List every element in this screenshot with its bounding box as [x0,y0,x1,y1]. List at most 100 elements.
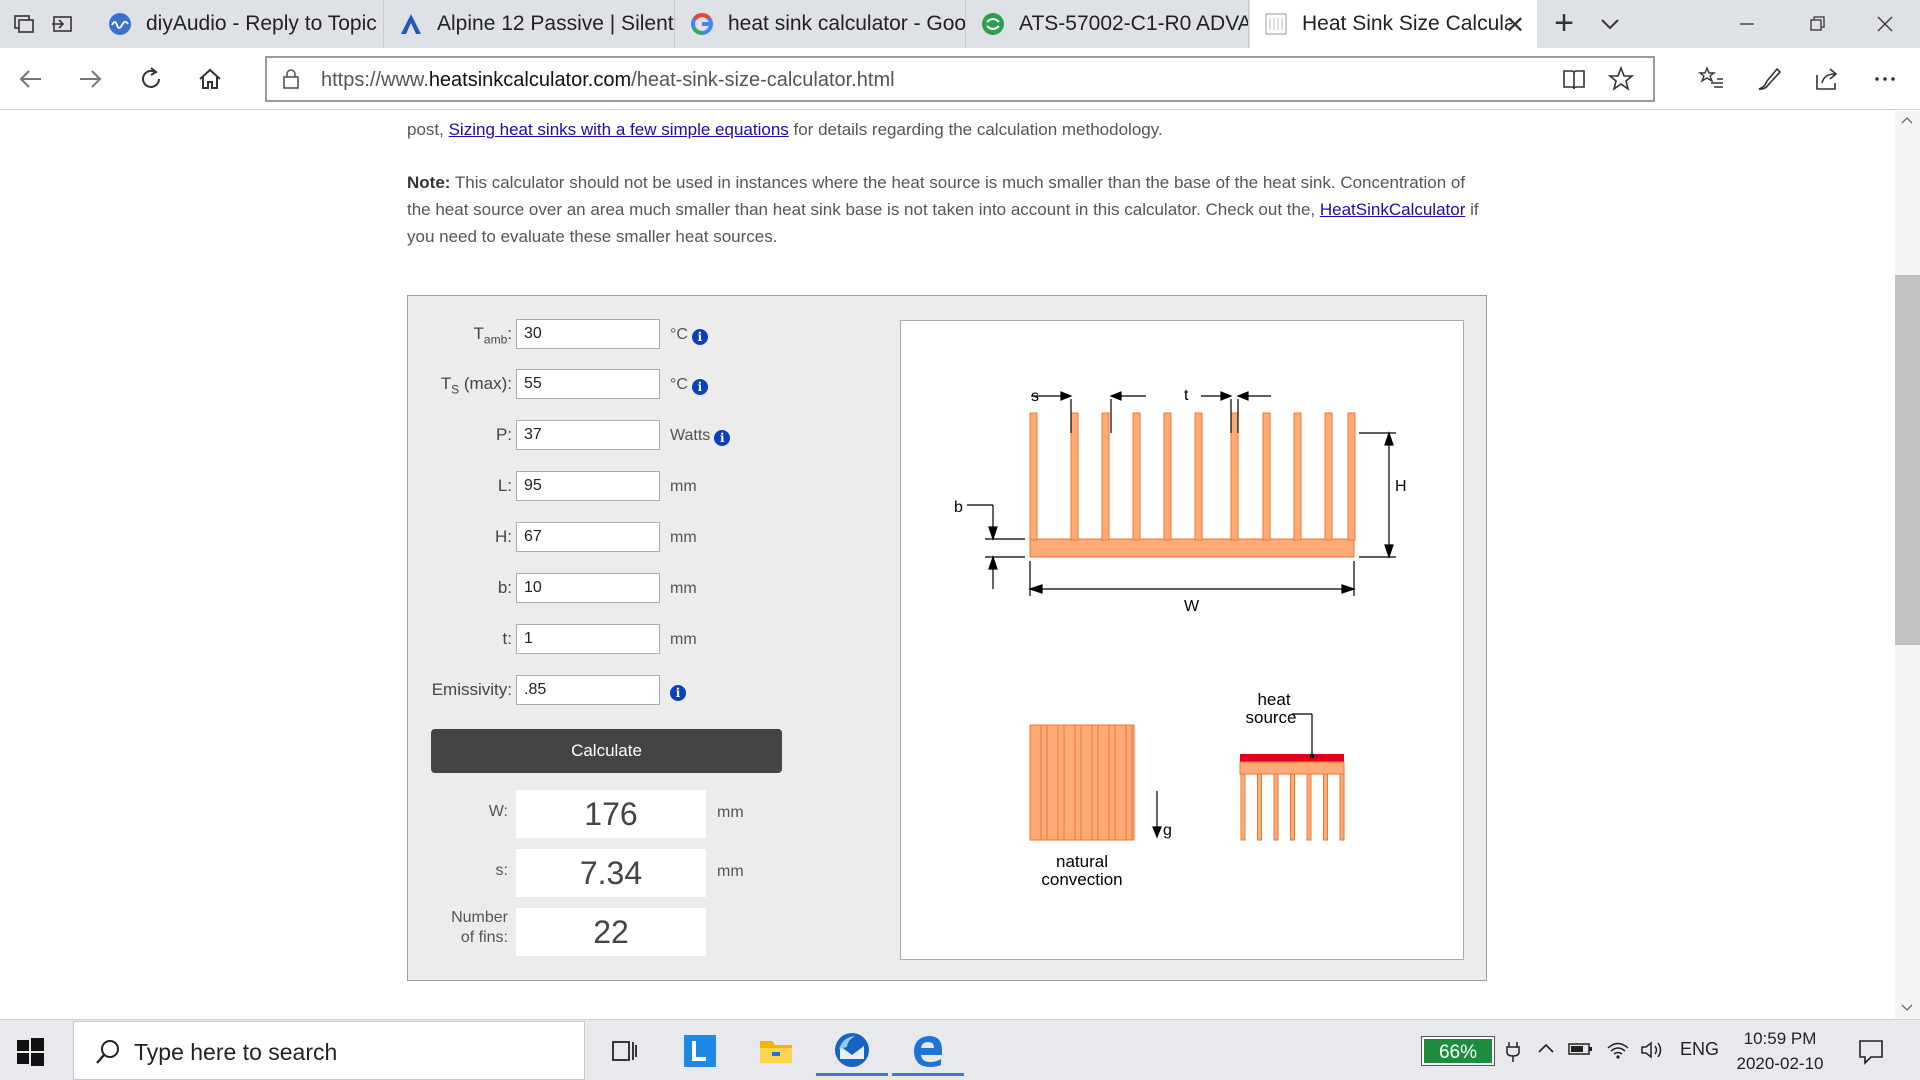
tab-title: diyAudio - Reply to Topic [146,12,377,35]
fin [1324,412,1333,541]
tab-alpine[interactable]: Alpine 12 Passive | Silent C [385,0,675,48]
length-input[interactable] [516,471,660,501]
t-dimension-label: t [1184,387,1189,404]
fin-thickness-input[interactable] [516,624,660,654]
tab-heat-sink-size-calculator[interactable]: Heat Sink Size Calculat ✕ [1250,0,1537,48]
tab-diyaudio[interactable]: diyAudio - Reply to Topic [94,0,384,48]
url-text[interactable]: https://www.heatsinkcalculator.com/heat-… [321,69,895,92]
refresh-button[interactable] [134,62,168,96]
wifi-icon[interactable] [1606,1040,1630,1065]
spacing-output: 7.34 [516,849,706,897]
plug-icon[interactable] [1505,1040,1521,1067]
power-input[interactable] [516,420,660,450]
height-input[interactable] [516,522,660,552]
forward-button[interactable] [73,62,107,96]
back-button[interactable] [14,62,48,96]
heatsinkcalculator-link[interactable]: HeatSinkCalculator [1320,200,1466,219]
sizing-heat-sinks-link[interactable]: Sizing heat sinks with a few simple equa… [449,120,789,139]
tab-google[interactable]: heat sink calculator - Goo [676,0,966,48]
input-language-indicator[interactable]: ENG [1680,1039,1719,1060]
chevron-down-icon[interactable] [1596,10,1624,38]
taskbar-search-box[interactable]: Type here to search [73,1021,585,1080]
info-icon[interactable]: i [670,685,686,701]
minimize-button[interactable] [1712,0,1782,48]
reading-view-icon[interactable] [1561,67,1587,98]
height-unit: mm [670,529,697,546]
info-icon[interactable]: i [714,430,731,446]
height-label: H: [495,527,512,546]
small-fin [1306,773,1312,841]
task-view-icon[interactable] [588,1026,660,1076]
close-tab-icon[interactable]: ✕ [1505,11,1525,40]
clock-time: 10:59 PM [1743,1029,1817,1048]
heat-source-view [1239,754,1345,841]
convection-label: convection [1041,870,1122,889]
pen-icon[interactable] [1752,62,1786,96]
length-label: L: [497,476,512,495]
tab-title: Alpine 12 Passive | Silent C [437,12,675,35]
thunderbird-icon[interactable] [816,1026,888,1076]
t-s-max-label: TS (max): [440,374,512,397]
height-row: H: [408,522,512,552]
more-options-icon[interactable] [1868,62,1902,96]
battery-icon[interactable] [1568,1040,1594,1063]
share-icon[interactable] [1810,62,1844,96]
t-s-max-input[interactable] [516,369,660,399]
screen: diyAudio - Reply to Topic Alpine 12 Pass… [0,0,1920,1080]
tab-title: ATS-57002-C1-R0 ADVAN( [1019,12,1249,35]
lenovo-vantage-icon[interactable] [664,1026,736,1076]
side-fin [1125,724,1133,841]
intro-paragraph: post, Sizing heat sinks with a few simpl… [407,120,1163,139]
ats-icon [981,12,1005,36]
fin [1347,412,1356,541]
calculate-button[interactable]: Calculate [431,729,782,773]
scroll-down-icon[interactable] [1901,1001,1913,1013]
heat-sink-diagram: s t H b W g natural convection heat sour… [900,320,1464,960]
base-thickness-input[interactable] [516,573,660,603]
power-unit: Watts i [670,427,731,446]
vertical-scrollbar[interactable] [1895,111,1920,1019]
tab-ats[interactable]: ATS-57002-C1-R0 ADVAN( [967,0,1249,48]
small-fin [1290,773,1295,841]
new-tab-button[interactable]: + [1546,6,1582,42]
search-icon [94,1038,122,1071]
fin [1070,412,1079,541]
action-center-icon[interactable] [1856,1036,1886,1066]
fin [1293,412,1302,541]
note-paragraph: Note: This calculator should not be used… [407,173,1479,246]
favorite-star-icon[interactable] [1607,65,1635,98]
set-aside-tabs-icon[interactable] [50,12,74,36]
clock[interactable]: 10:59 PM 2020-02-10 [1730,1026,1830,1076]
info-icon[interactable]: i [691,379,708,395]
natural-label: natural [1056,852,1108,871]
lock-icon[interactable] [281,68,301,95]
close-window-button[interactable] [1850,0,1920,48]
edge-browser-icon[interactable] [892,1026,964,1076]
windows-start-icon[interactable] [14,1036,46,1068]
t-amb-row: Tamb: [408,319,512,349]
fin-thickness-unit: mm [670,631,697,648]
t-amb-input[interactable] [516,319,660,349]
fin [1132,412,1141,541]
battery-indicator[interactable]: 66% [1421,1036,1495,1066]
small-fin [1323,773,1328,841]
scroll-up-icon[interactable] [1901,115,1913,127]
tab-actions-icon[interactable] [12,12,36,36]
base-thickness-row: b: [408,573,512,603]
info-icon[interactable]: i [691,329,708,345]
side-fin [1057,724,1065,841]
address-bar[interactable]: https://www.heatsinkcalculator.com/heat-… [265,56,1655,102]
file-explorer-icon[interactable] [740,1026,812,1076]
favorites-icon[interactable] [1694,62,1728,96]
diyaudio-icon [108,12,132,36]
volume-icon[interactable] [1640,1040,1666,1065]
show-hidden-icons-icon[interactable] [1537,1040,1555,1063]
t-s-max-row: TS (max): [408,369,512,399]
emissivity-input[interactable] [516,675,660,705]
t-amb-unit: °C i [670,326,708,345]
fin [1163,412,1172,541]
scrollbar-thumb[interactable] [1895,275,1920,645]
h-dimension-label: H [1395,478,1407,495]
home-button[interactable] [193,62,227,96]
restore-button[interactable] [1782,0,1852,48]
